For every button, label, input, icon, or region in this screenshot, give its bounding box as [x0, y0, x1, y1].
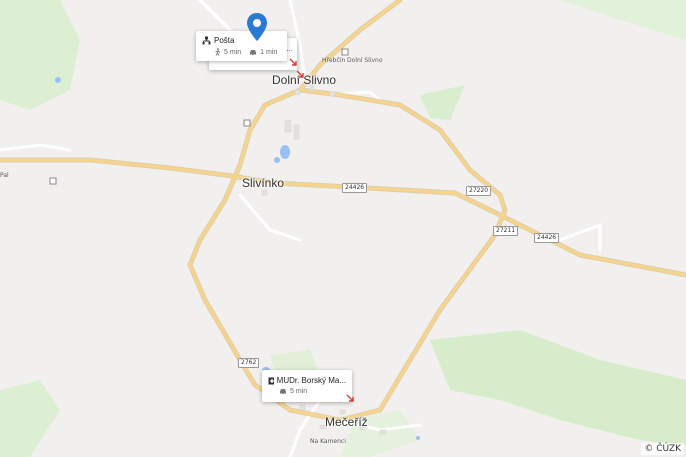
- pointer-arrow-icon: [346, 394, 354, 402]
- poi-card-title: Pošta: [214, 36, 235, 45]
- building-icon: [243, 119, 251, 127]
- pointer-arrow-icon: [289, 58, 297, 66]
- walk-time: 5 min: [224, 48, 242, 56]
- poi-card-meta: 5 min: [268, 388, 346, 395]
- walk-icon: [215, 48, 221, 56]
- pond: [274, 157, 280, 163]
- poi-card-meta: 5 min 1 min: [202, 48, 281, 56]
- town-label-slivinko: Slivínko: [242, 176, 285, 190]
- road-number-shield: 24426: [342, 183, 368, 193]
- car-icon: [280, 389, 286, 395]
- building-icon: [341, 48, 349, 56]
- drive-time: 1 min: [260, 48, 278, 56]
- road-number-shield: 27220: [466, 186, 492, 196]
- pond: [280, 145, 290, 159]
- poi-card-posta[interactable]: Pošta 5 min 1 min: [196, 31, 287, 61]
- map-canvas[interactable]: Dolní Slivno Slivínko Mečeříž Hřebčín Do…: [0, 0, 686, 457]
- forest-area: [560, 0, 686, 40]
- medical-cross-icon: [268, 377, 274, 384]
- meadow-area: [420, 85, 465, 120]
- road-number-shield: 2762: [238, 358, 260, 368]
- post-office-icon: [202, 36, 211, 45]
- map-pin-icon[interactable]: [246, 12, 268, 42]
- place-label-pal: Pal: [0, 172, 9, 179]
- poi-card-title-row: MUDr. Borský Ma...: [268, 376, 346, 385]
- building-icon: [49, 177, 57, 185]
- road-number-shield: 24426: [534, 233, 560, 243]
- pond: [55, 77, 61, 83]
- poi-label-hrebcin: Hřebčín Dolní Slivno: [322, 57, 383, 64]
- poi-card-title: ...: [286, 44, 293, 53]
- pointer-arrow-icon: [296, 70, 304, 78]
- forest-area: [0, 380, 60, 457]
- road-number-shield: 27211: [493, 226, 519, 236]
- poi-card-title: MUDr. Borský Ma...: [276, 376, 346, 385]
- town-label-mecerize: Mečeříž: [325, 415, 368, 429]
- map-attribution[interactable]: © ČÚZK: [641, 443, 684, 455]
- forest-area: [0, 0, 80, 110]
- car-icon: [250, 49, 257, 56]
- poi-card-title-row: Pošta: [202, 36, 281, 45]
- pond: [416, 436, 420, 440]
- poi-card-doctor[interactable]: MUDr. Borský Ma... 5 min: [262, 370, 354, 402]
- drive-time: 5 min: [290, 388, 308, 395]
- street-label-na-kamenci: Na Kamenci: [310, 438, 346, 445]
- forest-area: [430, 330, 686, 445]
